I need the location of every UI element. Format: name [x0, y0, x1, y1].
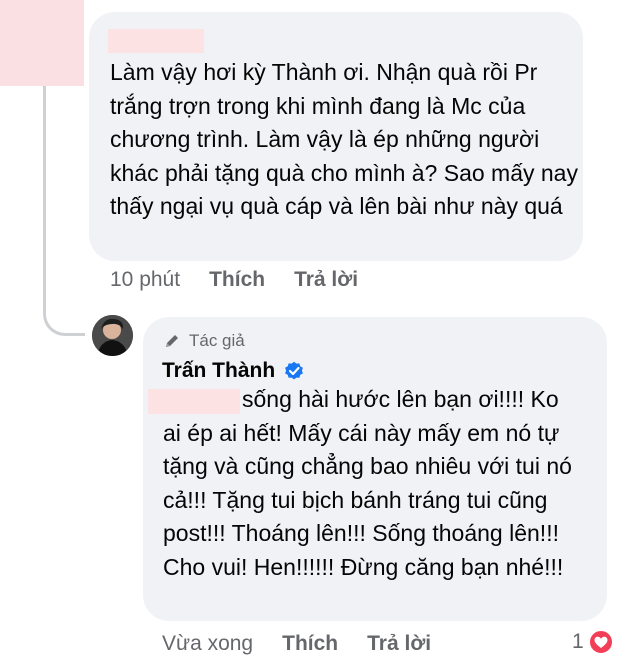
redacted-commenter-name [108, 29, 204, 53]
pencil-icon [166, 335, 178, 347]
reply-timestamp[interactable]: Vừa xong [162, 632, 253, 656]
reply-reply-button[interactable]: Trả lời [367, 632, 431, 656]
thread-connector [43, 300, 85, 336]
reaction-count: 1 [572, 630, 584, 653]
reply-like-button[interactable]: Thích [282, 632, 338, 656]
author-name-text[interactable]: Trấn Thành [162, 359, 275, 383]
reply-button[interactable]: Trả lời [294, 268, 358, 292]
verified-badge-icon [285, 361, 304, 380]
heart-icon [587, 629, 614, 655]
reaction-summary[interactable]: 1 [572, 626, 614, 658]
thread-line [43, 86, 46, 310]
like-button[interactable]: Thích [209, 268, 265, 292]
comment-text: Làm vậy hơi kỳ Thành ơi. Nhận quà rồi Pr… [110, 59, 578, 219]
comment-actions: 10 phút Thích Trả lời [110, 266, 387, 294]
reply-text-first-line: sống hài hước lên bạn ơi!!!! Ko [242, 386, 559, 412]
reply-text: sống hài hước lên bạn ơi!!!! Ko ai ép ai… [163, 383, 603, 584]
avatar[interactable] [92, 315, 133, 356]
redacted-avatar [0, 0, 84, 86]
reply-actions: Vừa xong Thích Trả lời [162, 630, 460, 658]
reply-text-rest: ai ép ai hết! Mấy cái này mấy em nó tự t… [163, 419, 572, 580]
author-badge: Tác giả [163, 330, 245, 352]
author-badge-label: Tác giả [189, 331, 245, 350]
comment-timestamp[interactable]: 10 phút [110, 268, 180, 292]
author-name[interactable]: Trấn Thành [162, 357, 304, 385]
